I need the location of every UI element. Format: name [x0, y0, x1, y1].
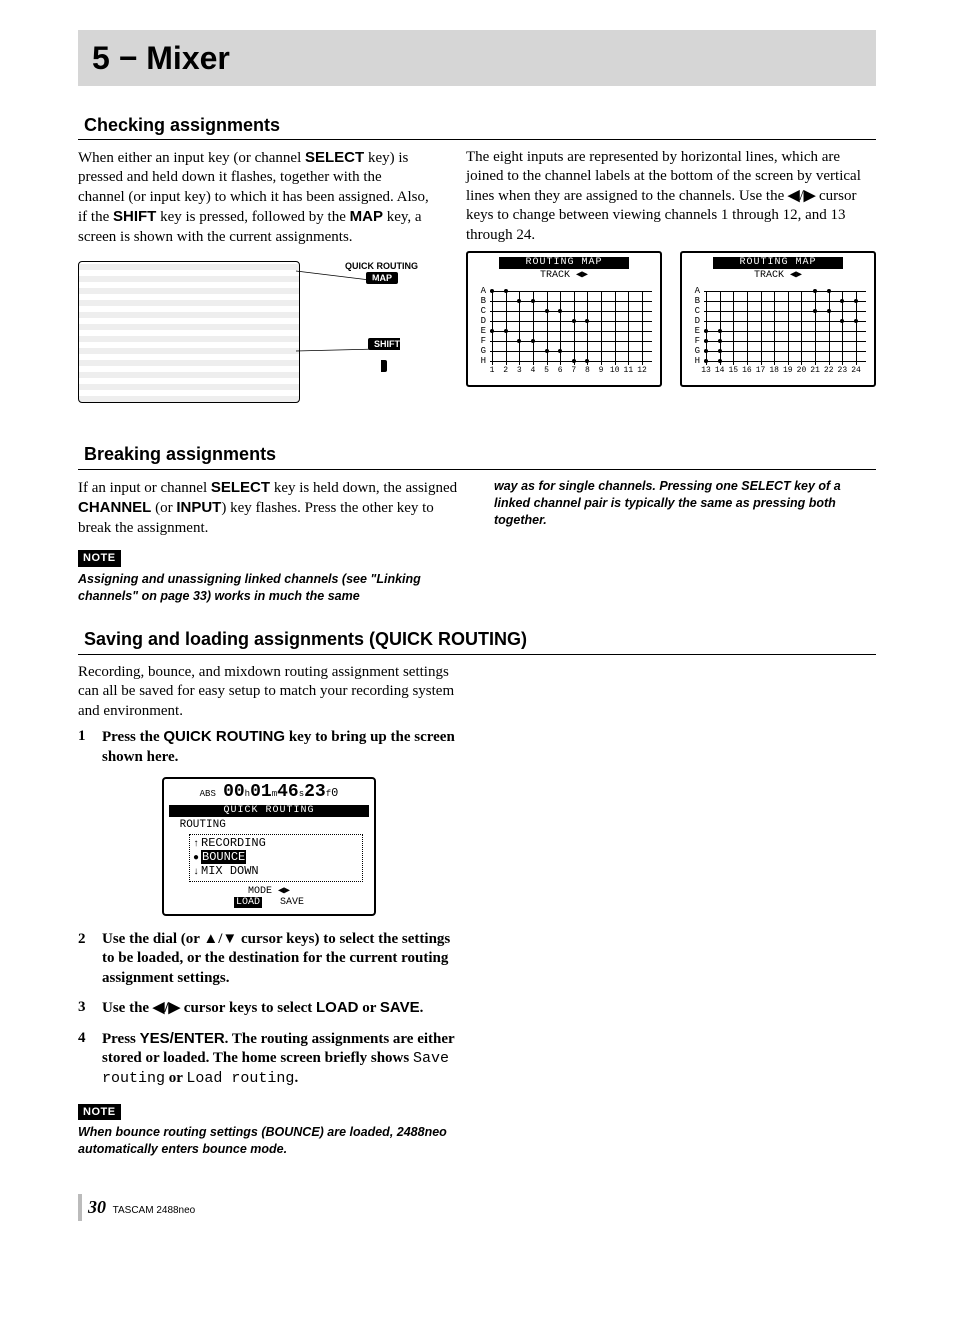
chapter-title: 5 − Mixer	[92, 38, 862, 80]
routing-map-figures: ROUTING MAP TRACK ◀▶ ABCDEFGH12345678910…	[466, 251, 876, 387]
saving-note: When bounce routing settings (BOUNCE) ar…	[78, 1124, 460, 1158]
quick-routing-screen: ABS 00h01m46s23f0QUICK ROUTING ROUTING↑R…	[162, 777, 376, 915]
note-label: NOTE	[78, 550, 121, 566]
step-item: 1Press the QUICK ROUTING key to bring up…	[78, 727, 460, 767]
breaking-note-right: way as for single channels. Pressing one…	[494, 478, 876, 529]
section-heading-saving: Saving and loading assignments (QUICK RO…	[78, 628, 876, 654]
step-item: 3Use the ◀/▶ cursor keys to select LOAD …	[78, 998, 460, 1019]
section-heading-checking: Checking assignments	[78, 114, 876, 140]
checking-left-para: When either an input key (or channel SEL…	[78, 148, 432, 248]
page-footer: 30 TASCAM 2488neo	[78, 1194, 876, 1221]
footer-product: TASCAM 2488neo	[113, 1205, 196, 1216]
steps-list: 1Press the QUICK ROUTING key to bring up…	[78, 727, 460, 1088]
callout-lines	[78, 261, 418, 411]
checking-right-para: The eight inputs are represented by hori…	[466, 148, 876, 246]
routing-map-right: ROUTING MAP TRACK ◀▶ ABCDEFGH13141516171…	[680, 251, 876, 387]
routing-map-left: ROUTING MAP TRACK ◀▶ ABCDEFGH12345678910…	[466, 251, 662, 387]
breaking-note-left: Assigning and unassigning linked channel…	[78, 571, 460, 605]
section-heading-breaking: Breaking assignments	[78, 443, 876, 469]
page-number: 30	[88, 1197, 106, 1217]
note-label-2: NOTE	[78, 1104, 121, 1120]
step-item: 2Use the dial (or ▲/▼ cursor keys) to se…	[78, 930, 460, 989]
saving-intro: Recording, bounce, and mixdown routing a…	[78, 663, 460, 722]
device-diagram: QUICK ROUTING MAP SHIFT	[78, 261, 418, 411]
chapter-header: 5 − Mixer	[78, 30, 876, 86]
breaking-left-para: If an input or channel SELECT key is hel…	[78, 478, 460, 539]
step-item: 4Press YES/ENTER. The routing assignment…	[78, 1029, 460, 1089]
